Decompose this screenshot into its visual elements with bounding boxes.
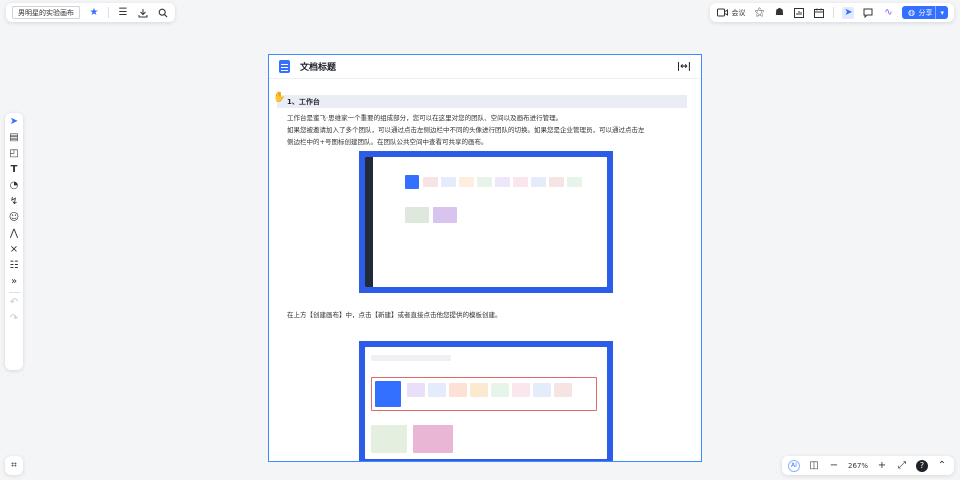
share-button[interactable]: ◍ 分享 ▾	[902, 6, 948, 19]
robot-icon[interactable]: ☗	[773, 7, 785, 19]
search-icon[interactable]	[157, 7, 169, 19]
embedded-screenshot[interactable]	[359, 341, 613, 461]
paragraph-line[interactable]: 如果您被邀请加入了多个团队，可以通过点击左侧边栏中不同的头像进行团队的切换。如果…	[287, 124, 687, 136]
board-title[interactable]: 男明星的实验画布	[12, 6, 80, 19]
divider	[833, 7, 835, 18]
document-icon[interactable]: ☷	[8, 260, 20, 272]
minimap-icon: ⌗	[11, 459, 17, 471]
meeting-button[interactable]: 会议	[716, 7, 745, 19]
paragraph-line[interactable]: 工作台是蜜飞·思维家一个重要的组成部分，您可以在这里对您的团队、空间以及画布进行…	[287, 112, 687, 124]
frame-icon[interactable]: ▤	[8, 132, 20, 144]
pointer-icon[interactable]: ➤	[842, 6, 855, 19]
broadcast-icon[interactable]: ∿	[882, 7, 894, 19]
left-toolbar: ➤ ▤ ◰ T ◔ ↯ ☺ ⋀ ⨯ ☷ » ↶ ↷	[5, 113, 23, 370]
menu-icon[interactable]: ☰	[117, 7, 129, 19]
star-icon[interactable]: ★	[88, 7, 100, 19]
chart-icon[interactable]	[793, 7, 805, 19]
more-icon[interactable]: »	[8, 276, 20, 288]
top-right-toolbar: 会议 ⚝ ☗ ➤ ∿ ◍ 分享 ▾	[710, 3, 954, 22]
undo-icon[interactable]: ↶	[8, 297, 20, 309]
text-icon[interactable]: T	[8, 164, 20, 176]
meeting-label: 会议	[731, 8, 746, 17]
globe-icon: ◍	[907, 7, 915, 17]
help-icon[interactable]: ?	[916, 459, 928, 472]
top-left-toolbar: 男明星的实验画布 ★ ☰	[6, 3, 175, 22]
hand-cursor-icon: ✋	[273, 92, 286, 103]
video-icon	[716, 7, 728, 19]
magic-wand-icon[interactable]: ⚝	[753, 7, 765, 19]
zoom-toolbar: AI ◫ − 267% + ⤢ ? ⌃	[781, 456, 954, 475]
fit-screen-icon[interactable]: ⤢	[896, 460, 908, 472]
download-icon[interactable]	[137, 7, 149, 19]
shape-icon[interactable]: ◔	[8, 180, 20, 192]
redo-icon[interactable]: ↷	[8, 313, 20, 325]
comment-icon[interactable]	[862, 7, 874, 19]
document-title[interactable]: 文档标题	[300, 60, 677, 73]
document-icon	[279, 60, 290, 73]
embedded-screenshot[interactable]	[359, 151, 613, 293]
section-heading[interactable]: 1、工作台	[277, 95, 687, 108]
sticky-note-icon[interactable]: ◰	[8, 148, 20, 160]
paragraph-line[interactable]: 在上方【创建画布】中，点击【新建】或者直接点击他您提供的模板创建。	[287, 309, 687, 321]
minimap-toggle[interactable]: ⌗	[5, 456, 23, 475]
pen-icon[interactable]: ⋀	[8, 228, 20, 240]
document-header: 文档标题 |↔|	[269, 55, 701, 79]
document-card[interactable]: 文档标题 |↔| 1、工作台 ✋ 工作台是蜜飞·思维家一个重要的组成部分，您可以…	[268, 54, 702, 462]
calendar-icon[interactable]	[813, 7, 825, 19]
mindmap-icon[interactable]: ⨯	[8, 244, 20, 256]
ai-assistant-icon[interactable]: AI	[787, 459, 800, 472]
divider	[8, 292, 20, 293]
zoom-out-icon[interactable]: −	[828, 460, 840, 472]
divider	[108, 7, 109, 18]
connector-icon[interactable]: ↯	[8, 196, 20, 208]
select-icon[interactable]: ➤	[8, 116, 20, 128]
share-dropdown[interactable]: ▾	[935, 6, 948, 19]
zoom-level[interactable]: 267%	[848, 462, 868, 470]
sticker-icon[interactable]: ☺	[8, 212, 20, 224]
collapse-icon[interactable]: ⌃	[936, 460, 948, 472]
map-icon[interactable]: ◫	[808, 460, 820, 472]
expand-width-icon[interactable]: |↔|	[677, 62, 691, 72]
share-label: 分享	[918, 8, 933, 17]
paragraph-line[interactable]: 侧边栏中的+号图标创建团队。在团队公共空间中查看可共享的画布。	[287, 136, 687, 148]
screenshot-content	[365, 157, 607, 287]
screenshot-content	[365, 347, 607, 459]
zoom-in-icon[interactable]: +	[876, 460, 888, 472]
